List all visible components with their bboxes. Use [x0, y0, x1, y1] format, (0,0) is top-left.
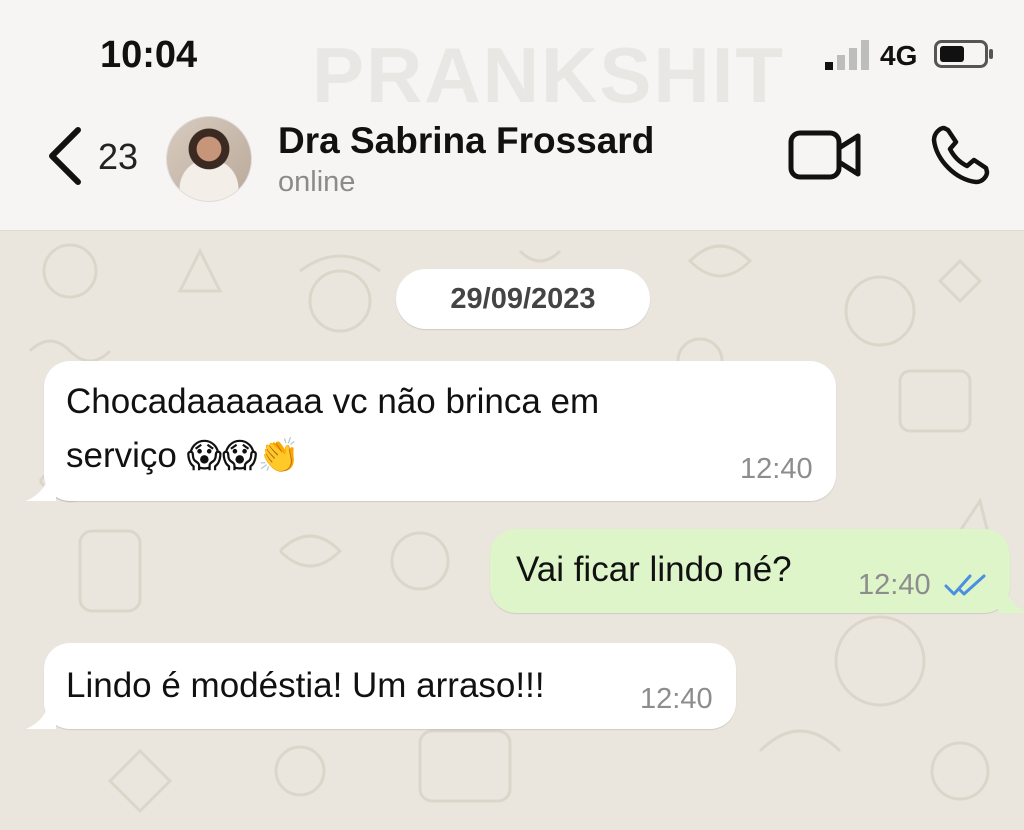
message-outgoing[interactable]: Vai ficar lindo né? 12:40	[490, 529, 1024, 613]
status-time: 10:04	[100, 34, 198, 76]
top-bar: 10:04 PRANKSHIT 4G 23 Dra Sabrina Frossa…	[0, 0, 1024, 231]
signal-icon	[825, 40, 869, 70]
message-text: Vai ficar lindo né?	[516, 550, 792, 589]
message-incoming[interactable]: Lindo é modéstia! Um arraso!!! 12:40	[26, 643, 736, 729]
network-type: 4G	[880, 40, 918, 71]
bubble-tail	[998, 589, 1024, 613]
message-time: 12:40	[858, 569, 931, 601]
watermark: PRANKSHIT	[312, 31, 786, 119]
message-time: 12:40	[740, 453, 813, 485]
bubble-tail	[26, 477, 56, 501]
chevron-left-icon[interactable]	[44, 126, 84, 186]
message-text: Lindo é modéstia! Um arraso!!!	[66, 666, 545, 705]
unread-count[interactable]: 23	[98, 136, 138, 178]
double-check-read-icon	[944, 574, 986, 596]
battery-icon	[934, 40, 993, 68]
message-incoming[interactable]: Chocadaaaaaaa vc não brinca em serviço 😱…	[26, 361, 836, 501]
video-camera-icon[interactable]	[788, 128, 862, 182]
contact-name[interactable]: Dra Sabrina Frossard	[278, 120, 654, 162]
bubble-tail	[26, 705, 56, 729]
message-time: 12:40	[640, 683, 713, 715]
phone-icon[interactable]	[930, 124, 990, 186]
message-text: Chocadaaaaaaa vc não brinca em serviço 😱…	[66, 382, 600, 476]
date-divider: 29/09/2023	[396, 269, 650, 329]
chat-area[interactable]: 29/09/2023 Chocadaaaaaaa vc não brinca e…	[0, 231, 1024, 830]
avatar[interactable]	[166, 116, 252, 202]
message-emojis: 😱😱👏	[186, 436, 300, 476]
contact-status: online	[278, 166, 356, 198]
